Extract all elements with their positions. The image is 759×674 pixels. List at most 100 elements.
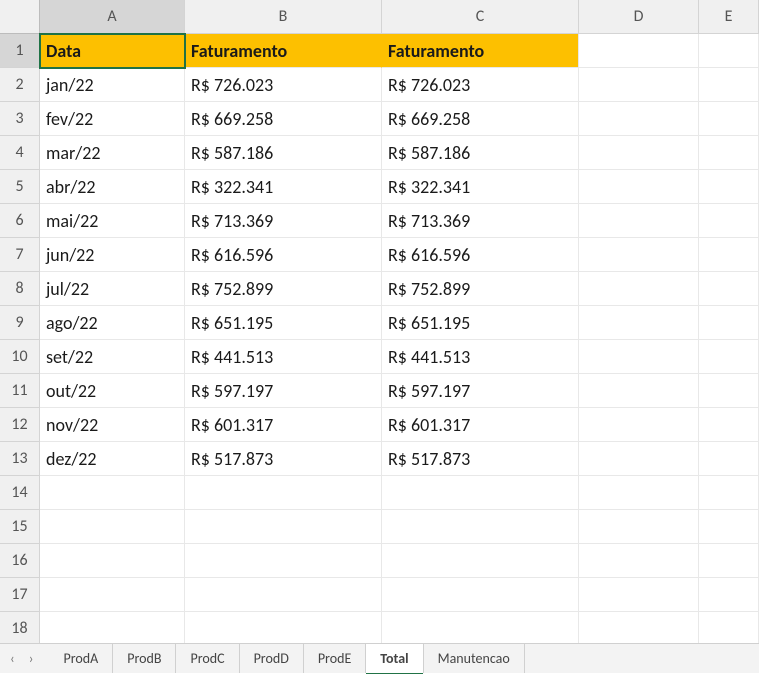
cell-A18[interactable] [40, 612, 185, 646]
cell-D4[interactable] [579, 136, 699, 170]
cell-A10[interactable]: set/22 [40, 340, 185, 374]
row-header-18[interactable]: 18 [0, 612, 40, 646]
cell-C2[interactable]: R$ 726.023 [382, 68, 579, 102]
cell-E1[interactable] [699, 34, 759, 68]
cell-C4[interactable]: R$ 587.186 [382, 136, 579, 170]
column-header-D[interactable]: D [579, 0, 699, 34]
cell-B7[interactable]: R$ 616.596 [185, 238, 382, 272]
cell-A9[interactable]: ago/22 [40, 306, 185, 340]
cell-A17[interactable] [40, 578, 185, 612]
tab-nav-prev-icon[interactable]: ‹ [10, 650, 15, 667]
row-header-8[interactable]: 8 [0, 272, 40, 306]
row-header-17[interactable]: 17 [0, 578, 40, 612]
cell-E11[interactable] [699, 374, 759, 408]
cell-C9[interactable]: R$ 651.195 [382, 306, 579, 340]
cell-A3[interactable]: fev/22 [40, 102, 185, 136]
cell-B2[interactable]: R$ 726.023 [185, 68, 382, 102]
cell-B15[interactable] [185, 510, 382, 544]
cell-E16[interactable] [699, 544, 759, 578]
cell-D9[interactable] [579, 306, 699, 340]
cell-B4[interactable]: R$ 587.186 [185, 136, 382, 170]
cell-C13[interactable]: R$ 517.873 [382, 442, 579, 476]
cell-C11[interactable]: R$ 597.197 [382, 374, 579, 408]
cell-B8[interactable]: R$ 752.899 [185, 272, 382, 306]
cell-E4[interactable] [699, 136, 759, 170]
cell-E18[interactable] [699, 612, 759, 646]
cell-A7[interactable]: jun/22 [40, 238, 185, 272]
cell-E5[interactable] [699, 170, 759, 204]
cell-D8[interactable] [579, 272, 699, 306]
cell-D12[interactable] [579, 408, 699, 442]
cell-E12[interactable] [699, 408, 759, 442]
row-header-13[interactable]: 13 [0, 442, 40, 476]
cell-E14[interactable] [699, 476, 759, 510]
cell-A11[interactable]: out/22 [40, 374, 185, 408]
column-header-E[interactable]: E [699, 0, 759, 34]
cell-B1[interactable]: Faturamento [185, 34, 382, 68]
cell-C7[interactable]: R$ 616.596 [382, 238, 579, 272]
cell-A13[interactable]: dez/22 [40, 442, 185, 476]
cell-C18[interactable] [382, 612, 579, 646]
cell-E13[interactable] [699, 442, 759, 476]
cell-B12[interactable]: R$ 601.317 [185, 408, 382, 442]
cell-B6[interactable]: R$ 713.369 [185, 204, 382, 238]
cell-E17[interactable] [699, 578, 759, 612]
cell-A12[interactable]: nov/22 [40, 408, 185, 442]
cell-E2[interactable] [699, 68, 759, 102]
cell-C8[interactable]: R$ 752.899 [382, 272, 579, 306]
cell-D1[interactable] [579, 34, 699, 68]
column-header-B[interactable]: B [185, 0, 382, 34]
cell-B9[interactable]: R$ 651.195 [185, 306, 382, 340]
cell-A6[interactable]: mai/22 [40, 204, 185, 238]
cell-B16[interactable] [185, 544, 382, 578]
cell-A8[interactable]: jul/22 [40, 272, 185, 306]
cell-D13[interactable] [579, 442, 699, 476]
cell-B18[interactable] [185, 612, 382, 646]
cell-D11[interactable] [579, 374, 699, 408]
cell-D10[interactable] [579, 340, 699, 374]
cell-D14[interactable] [579, 476, 699, 510]
cell-B5[interactable]: R$ 322.341 [185, 170, 382, 204]
cell-A2[interactable]: jan/22 [40, 68, 185, 102]
cell-C16[interactable] [382, 544, 579, 578]
sheet-tab-prodb[interactable]: ProdB [113, 644, 176, 673]
tab-nav-next-icon[interactable]: › [29, 650, 34, 667]
cell-A15[interactable] [40, 510, 185, 544]
cell-B11[interactable]: R$ 597.197 [185, 374, 382, 408]
cell-B14[interactable] [185, 476, 382, 510]
row-header-9[interactable]: 9 [0, 306, 40, 340]
row-header-12[interactable]: 12 [0, 408, 40, 442]
cell-E3[interactable] [699, 102, 759, 136]
cell-D7[interactable] [579, 238, 699, 272]
cell-D2[interactable] [579, 68, 699, 102]
cell-D5[interactable] [579, 170, 699, 204]
cell-C1[interactable]: Faturamento [382, 34, 579, 68]
cell-C10[interactable]: R$ 441.513 [382, 340, 579, 374]
cell-B13[interactable]: R$ 517.873 [185, 442, 382, 476]
cell-C3[interactable]: R$ 669.258 [382, 102, 579, 136]
cell-C14[interactable] [382, 476, 579, 510]
cell-D3[interactable] [579, 102, 699, 136]
cell-A14[interactable] [40, 476, 185, 510]
row-header-3[interactable]: 3 [0, 102, 40, 136]
sheet-tab-proda[interactable]: ProdA [50, 644, 114, 673]
sheet-tab-total[interactable]: Total [366, 644, 423, 673]
cell-E7[interactable] [699, 238, 759, 272]
cell-A4[interactable]: mar/22 [40, 136, 185, 170]
cell-D18[interactable] [579, 612, 699, 646]
row-header-16[interactable]: 16 [0, 544, 40, 578]
row-header-1[interactable]: 1 [0, 34, 40, 68]
cell-D17[interactable] [579, 578, 699, 612]
cell-B10[interactable]: R$ 441.513 [185, 340, 382, 374]
cell-B17[interactable] [185, 578, 382, 612]
cell-C5[interactable]: R$ 322.341 [382, 170, 579, 204]
cell-E10[interactable] [699, 340, 759, 374]
cell-C15[interactable] [382, 510, 579, 544]
row-header-4[interactable]: 4 [0, 136, 40, 170]
cell-C12[interactable]: R$ 601.317 [382, 408, 579, 442]
cell-E6[interactable] [699, 204, 759, 238]
sheet-tab-prodc[interactable]: ProdC [176, 644, 239, 673]
cell-E9[interactable] [699, 306, 759, 340]
cell-A5[interactable]: abr/22 [40, 170, 185, 204]
row-header-14[interactable]: 14 [0, 476, 40, 510]
